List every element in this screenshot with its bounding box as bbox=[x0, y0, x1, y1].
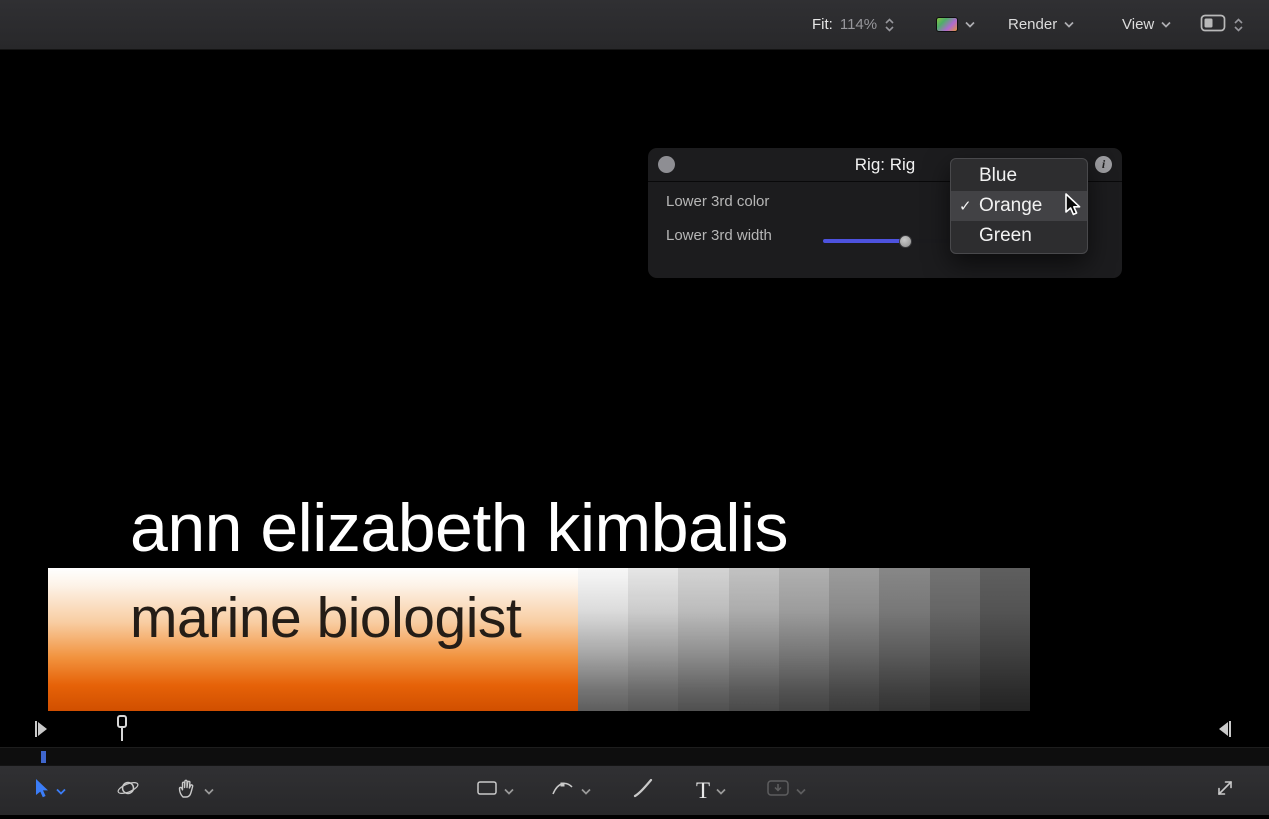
display-icon bbox=[1200, 14, 1226, 36]
menu-item-label: Green bbox=[979, 225, 1032, 247]
chevron-down-icon bbox=[796, 782, 806, 800]
rectangle-icon bbox=[476, 779, 498, 802]
mini-timeline-object[interactable] bbox=[41, 751, 46, 763]
hud-row-label-color: Lower 3rd color bbox=[666, 193, 769, 210]
width-slider-fill bbox=[823, 239, 906, 243]
color-swatch-icon bbox=[936, 17, 958, 32]
top-toolbar: Fit: 114% Render View bbox=[0, 0, 1269, 50]
playhead-head-icon bbox=[117, 715, 127, 728]
chevron-down-icon[interactable] bbox=[716, 782, 726, 800]
expand-view-button[interactable] bbox=[1214, 766, 1236, 815]
mini-timeline bbox=[0, 747, 1269, 765]
select-transform-tool[interactable] bbox=[32, 766, 66, 815]
render-label: Render bbox=[1008, 16, 1057, 33]
timeline bbox=[0, 711, 1269, 747]
width-step-band bbox=[930, 568, 980, 711]
paint-stroke-tool[interactable] bbox=[632, 766, 654, 815]
width-step-band bbox=[829, 568, 879, 711]
width-step-band bbox=[678, 568, 728, 711]
text-tool[interactable]: T bbox=[696, 766, 726, 815]
motion-window: { "top_toolbar": { "fit_label": "Fit:", … bbox=[0, 0, 1269, 819]
info-icon[interactable]: i bbox=[1095, 156, 1112, 173]
drop-zone-icon bbox=[766, 779, 790, 802]
pan-hand-tool[interactable] bbox=[176, 766, 214, 815]
chevron-down-icon[interactable] bbox=[204, 782, 214, 800]
menu-item-label: Orange bbox=[979, 195, 1042, 217]
range-end-marker-icon[interactable] bbox=[1218, 720, 1232, 743]
chevron-down-icon[interactable] bbox=[56, 782, 66, 800]
bezier-curve-icon bbox=[551, 778, 575, 803]
brush-stroke-icon bbox=[632, 777, 654, 804]
chevron-down-icon[interactable] bbox=[581, 782, 591, 800]
playhead[interactable] bbox=[115, 715, 128, 741]
bottom-toolbar: T bbox=[0, 765, 1269, 815]
view-label: View bbox=[1122, 16, 1154, 33]
lower-third-name-text[interactable]: ann elizabeth kimbalis bbox=[130, 494, 788, 562]
chevron-down-icon bbox=[1161, 21, 1171, 28]
width-step-band bbox=[628, 568, 678, 711]
text-tool-icon: T bbox=[696, 779, 710, 802]
stepper-icon bbox=[884, 18, 895, 32]
bezier-pen-tool[interactable] bbox=[551, 766, 591, 815]
hand-icon bbox=[176, 777, 198, 804]
width-step-band bbox=[779, 568, 829, 711]
width-step-band bbox=[578, 568, 628, 711]
color-well[interactable] bbox=[936, 0, 975, 49]
cursor-arrow-icon bbox=[32, 778, 50, 804]
zoom-value: 114% bbox=[840, 16, 877, 33]
render-menu[interactable]: Render bbox=[1008, 0, 1074, 49]
pointer-cursor-icon bbox=[1060, 192, 1084, 223]
width-step-band bbox=[980, 568, 1030, 711]
chevron-down-icon bbox=[965, 21, 975, 28]
menu-item-green[interactable]: Green bbox=[951, 221, 1087, 251]
width-step-band bbox=[879, 568, 929, 711]
width-step-bands bbox=[578, 568, 1030, 711]
playhead-stem bbox=[121, 728, 123, 741]
orbit-circle-icon bbox=[116, 777, 140, 804]
range-start-marker-icon[interactable] bbox=[34, 720, 48, 743]
display-mode-control[interactable] bbox=[1200, 0, 1244, 49]
lower-third-role-text[interactable]: marine biologist bbox=[130, 590, 521, 647]
chevron-down-icon bbox=[1064, 21, 1074, 28]
width-step-band bbox=[729, 568, 779, 711]
hud-row-label-width: Lower 3rd width bbox=[666, 227, 772, 244]
menu-item-label: Blue bbox=[979, 165, 1017, 187]
rectangle-shape-tool[interactable] bbox=[476, 766, 514, 815]
width-slider-thumb[interactable] bbox=[899, 235, 912, 248]
stepper-icon bbox=[1233, 18, 1244, 32]
drop-zone-tool[interactable] bbox=[766, 766, 806, 815]
zoom-control[interactable]: Fit: 114% bbox=[812, 0, 895, 49]
expand-diagonal-icon bbox=[1214, 777, 1236, 804]
menu-item-blue[interactable]: Blue bbox=[951, 161, 1087, 191]
zoom-fit-label: Fit: bbox=[812, 16, 833, 33]
edit-points-tool[interactable] bbox=[116, 766, 140, 815]
checkmark-icon: ✓ bbox=[959, 197, 979, 215]
view-menu[interactable]: View bbox=[1122, 0, 1171, 49]
chevron-down-icon[interactable] bbox=[504, 782, 514, 800]
